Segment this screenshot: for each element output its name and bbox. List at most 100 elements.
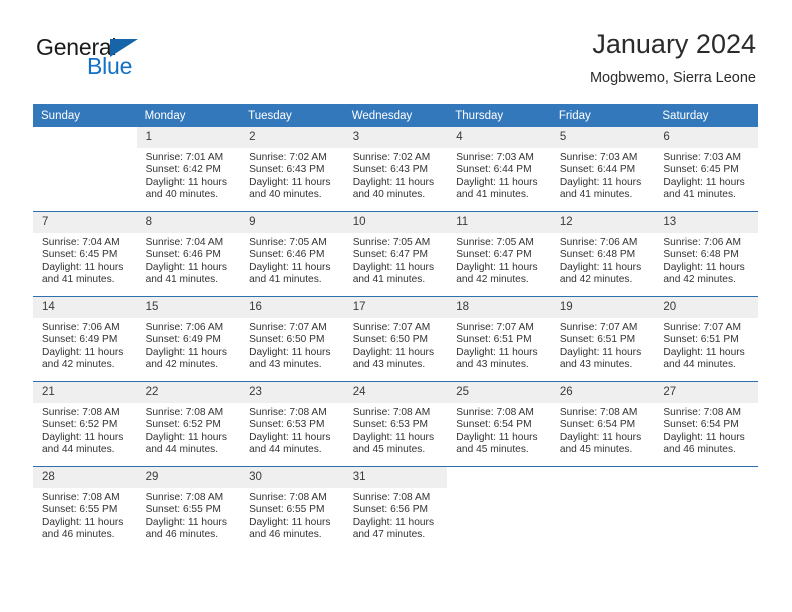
- day-cell[interactable]: 24 Sunrise: 7:08 AM Sunset: 6:53 PM Dayligh…: [343, 381, 448, 467]
- daylight-text-line1: Daylight: 11 hours: [145, 346, 227, 358]
- day-number: [33, 127, 137, 148]
- day-cell[interactable]: 10 Sunrise: 7:05 AM Sunset: 6:47 PM Dayligh…: [343, 211, 448, 297]
- daylight-text-line1: Daylight: 11 hours: [145, 516, 227, 528]
- day-number: 1: [136, 127, 241, 148]
- daylight-text-line1: Daylight: 11 hours: [456, 176, 538, 188]
- calendar-page: General Blue January 2024 Mogbwemo, Sier…: [0, 0, 792, 612]
- sunset-text: Sunset: 6:42 PM: [145, 164, 221, 176]
- sunset-text: Sunset: 6:46 PM: [145, 249, 221, 261]
- daylight-text-line1: Daylight: 11 hours: [663, 346, 745, 358]
- daylight-text-line2: and 40 minutes.: [249, 189, 322, 201]
- sunset-text: Sunset: 6:44 PM: [456, 164, 532, 176]
- weekday-header-monday: Monday: [136, 104, 241, 127]
- daylight-text-line2: and 40 minutes.: [352, 189, 426, 201]
- sunset-text: Sunset: 6:50 PM: [249, 334, 325, 346]
- day-cell[interactable]: 9 Sunrise: 7:05 AM Sunset: 6:46 PM Daylight…: [240, 211, 344, 297]
- general-blue-logo: General Blue: [36, 35, 246, 85]
- day-cell[interactable]: 21 Sunrise: 7:08 AM Sunset: 6:52 PM Dayligh…: [33, 381, 137, 467]
- day-cell[interactable]: 3 Sunrise: 7:02 AM Sunset: 6:43 PM Daylight…: [343, 127, 448, 212]
- day-number: 6: [654, 127, 758, 148]
- day-details: Sunrise: 7:08 AM Sunset: 6:52 PM Daylight:…: [33, 403, 137, 457]
- daylight-text-line2: and 41 minutes.: [42, 274, 115, 286]
- day-details: Sunrise: 7:02 AM Sunset: 6:43 PM Daylight:…: [240, 148, 344, 202]
- day-cell[interactable]: 14 Sunrise: 7:06 AM Sunset: 6:49 PM Dayligh…: [33, 296, 137, 382]
- sunset-text: Sunset: 6:51 PM: [456, 334, 532, 346]
- daylight-text-line1: Daylight: 11 hours: [249, 516, 331, 528]
- daylight-text-line1: Daylight: 11 hours: [352, 261, 435, 273]
- sunrise-text: Sunrise: 7:04 AM: [42, 237, 120, 248]
- daylight-text-line1: Daylight: 11 hours: [559, 431, 642, 443]
- day-number: [654, 467, 758, 488]
- day-cell[interactable]: 12 Sunrise: 7:06 AM Sunset: 6:48 PM Dayligh…: [550, 211, 655, 297]
- daylight-text-line1: Daylight: 11 hours: [663, 261, 745, 273]
- day-cell[interactable]: 2 Sunrise: 7:02 AM Sunset: 6:43 PM Daylight…: [240, 127, 344, 212]
- sunrise-text: Sunrise: 7:06 AM: [559, 237, 638, 248]
- day-details: Sunrise: 7:08 AM Sunset: 6:54 PM Daylight:…: [447, 403, 551, 457]
- sunset-text: Sunset: 6:51 PM: [559, 334, 636, 346]
- day-details: Sunrise: 7:07 AM Sunset: 6:50 PM Daylight:…: [240, 318, 344, 372]
- day-details: [654, 488, 758, 492]
- day-details: Sunrise: 7:03 AM Sunset: 6:44 PM Daylight:…: [447, 148, 551, 202]
- sunset-text: Sunset: 6:48 PM: [663, 249, 739, 261]
- day-cell[interactable]: 5 Sunrise: 7:03 AM Sunset: 6:44 PM Daylight…: [550, 127, 655, 212]
- day-number: 13: [654, 212, 758, 233]
- day-cell[interactable]: [447, 466, 551, 551]
- daylight-text-line2: and 44 minutes.: [145, 444, 219, 456]
- sunrise-text: Sunrise: 7:07 AM: [663, 322, 741, 333]
- day-cell[interactable]: 13 Sunrise: 7:06 AM Sunset: 6:48 PM Dayligh…: [654, 211, 758, 297]
- day-cell[interactable]: [33, 127, 137, 212]
- daylight-text-line2: and 42 minutes.: [663, 274, 736, 286]
- day-cell[interactable]: 27 Sunrise: 7:08 AM Sunset: 6:54 PM Dayligh…: [654, 381, 758, 467]
- sunset-text: Sunset: 6:54 PM: [663, 419, 739, 431]
- day-cell[interactable]: 17 Sunrise: 7:07 AM Sunset: 6:50 PM Dayligh…: [343, 296, 448, 382]
- day-cell[interactable]: 22 Sunrise: 7:08 AM Sunset: 6:52 PM Dayligh…: [136, 381, 241, 467]
- weekday-header-friday: Friday: [550, 104, 655, 127]
- day-details: Sunrise: 7:06 AM Sunset: 6:49 PM Daylight:…: [137, 318, 241, 372]
- day-cell[interactable]: 20 Sunrise: 7:07 AM Sunset: 6:51 PM Dayligh…: [654, 296, 758, 382]
- daylight-text-line1: Daylight: 11 hours: [456, 346, 538, 358]
- day-cell[interactable]: 28 Sunrise: 7:08 AM Sunset: 6:55 PM Dayligh…: [33, 466, 137, 551]
- daylight-text-line2: and 46 minutes.: [663, 444, 736, 456]
- day-details: Sunrise: 7:08 AM Sunset: 6:53 PM Daylight:…: [344, 403, 448, 457]
- day-cell[interactable]: 16 Sunrise: 7:07 AM Sunset: 6:50 PM Dayligh…: [240, 296, 344, 382]
- day-details: [551, 488, 655, 492]
- day-cell[interactable]: 25 Sunrise: 7:08 AM Sunset: 6:54 PM Dayligh…: [447, 381, 551, 467]
- sunset-text: Sunset: 6:44 PM: [559, 164, 636, 176]
- day-cell[interactable]: 18 Sunrise: 7:07 AM Sunset: 6:51 PM Dayligh…: [447, 296, 551, 382]
- week-row: 7 Sunrise: 7:04 AM Sunset: 6:45 PM Daylight…: [33, 211, 758, 297]
- day-cell[interactable]: [654, 466, 758, 551]
- day-number: 20: [654, 297, 758, 318]
- day-number: 7: [33, 212, 137, 233]
- day-cell[interactable]: 1 Sunrise: 7:01 AM Sunset: 6:42 PM Daylight…: [136, 127, 241, 212]
- weekday-header-wednesday: Wednesday: [343, 104, 448, 127]
- day-cell[interactable]: 29 Sunrise: 7:08 AM Sunset: 6:55 PM Dayligh…: [136, 466, 241, 551]
- daylight-text-line2: and 44 minutes.: [42, 444, 115, 456]
- daylight-text-line2: and 46 minutes.: [42, 529, 115, 541]
- day-cell[interactable]: 4 Sunrise: 7:03 AM Sunset: 6:44 PM Daylight…: [447, 127, 551, 212]
- week-row: 21 Sunrise: 7:08 AM Sunset: 6:52 PM Dayligh…: [33, 381, 758, 467]
- day-cell[interactable]: [550, 466, 655, 551]
- daylight-text-line2: and 44 minutes.: [249, 444, 322, 456]
- day-number: [550, 467, 655, 488]
- day-cell[interactable]: 30 Sunrise: 7:08 AM Sunset: 6:55 PM Dayligh…: [240, 466, 344, 551]
- day-cell[interactable]: 23 Sunrise: 7:08 AM Sunset: 6:53 PM Dayligh…: [240, 381, 344, 467]
- daylight-text-line1: Daylight: 11 hours: [456, 431, 538, 443]
- day-details: Sunrise: 7:02 AM Sunset: 6:43 PM Daylight:…: [344, 148, 448, 202]
- title-block: January 2024 Mogbwemo, Sierra Leone: [590, 28, 756, 88]
- day-cell[interactable]: 15 Sunrise: 7:06 AM Sunset: 6:49 PM Dayligh…: [136, 296, 241, 382]
- day-cell[interactable]: 31 Sunrise: 7:08 AM Sunset: 6:56 PM Dayligh…: [343, 466, 448, 551]
- day-cell[interactable]: 19 Sunrise: 7:07 AM Sunset: 6:51 PM Dayligh…: [550, 296, 655, 382]
- day-cell[interactable]: 26 Sunrise: 7:08 AM Sunset: 6:54 PM Dayligh…: [550, 381, 655, 467]
- day-cell[interactable]: 8 Sunrise: 7:04 AM Sunset: 6:46 PM Daylight…: [136, 211, 241, 297]
- daylight-text-line2: and 41 minutes.: [145, 274, 219, 286]
- day-cell[interactable]: 7 Sunrise: 7:04 AM Sunset: 6:45 PM Daylight…: [33, 211, 137, 297]
- daylight-text-line1: Daylight: 11 hours: [663, 431, 745, 443]
- sunset-text: Sunset: 6:47 PM: [456, 249, 532, 261]
- week-row: 14 Sunrise: 7:06 AM Sunset: 6:49 PM Dayligh…: [33, 296, 758, 382]
- daylight-text-line1: Daylight: 11 hours: [352, 516, 435, 528]
- calendar-table: Sunday Monday Tuesday Wednesday Thursday…: [33, 104, 758, 551]
- day-cell[interactable]: 6 Sunrise: 7:03 AM Sunset: 6:45 PM Daylight…: [654, 127, 758, 212]
- day-cell[interactable]: 11 Sunrise: 7:05 AM Sunset: 6:47 PM Dayligh…: [447, 211, 551, 297]
- day-details: Sunrise: 7:07 AM Sunset: 6:51 PM Daylight:…: [551, 318, 655, 372]
- day-number: 9: [240, 212, 344, 233]
